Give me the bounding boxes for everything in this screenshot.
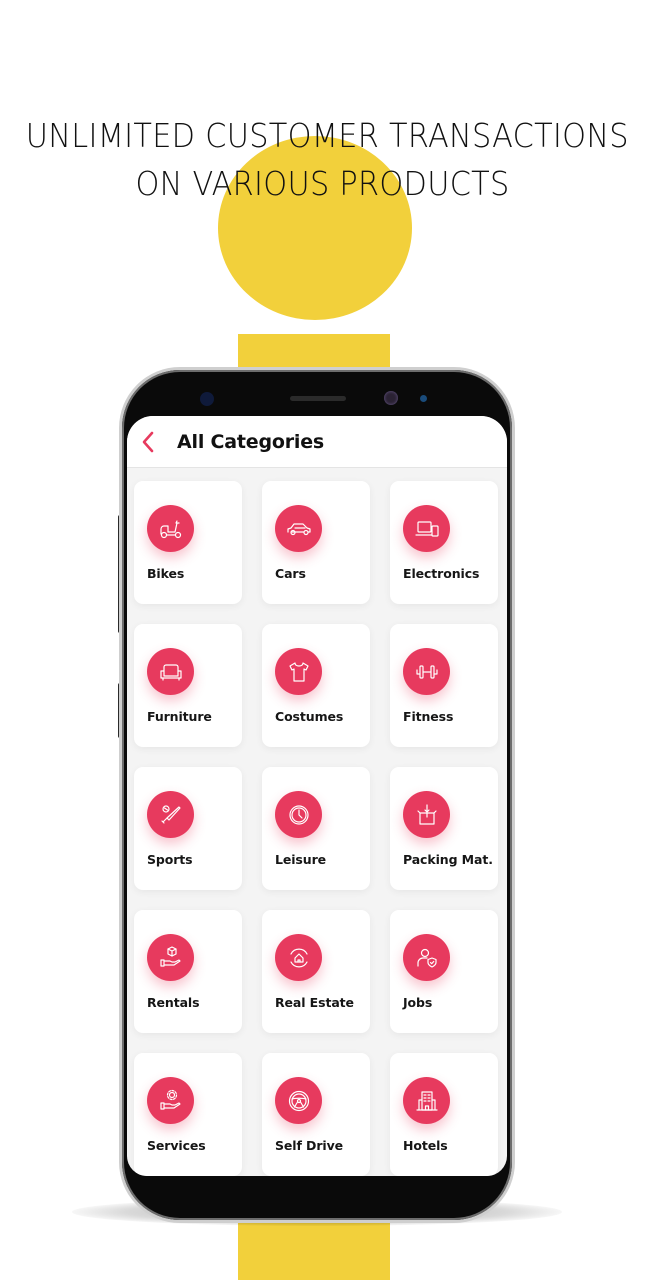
hand-gear-icon (147, 1077, 194, 1124)
category-card-fitness[interactable]: Fitness (390, 624, 498, 747)
promo-headline: UNLIMITED CUSTOMER TRANSACTIONS ON VARIO… (25, 112, 629, 208)
category-label: Services (147, 1138, 206, 1153)
category-label: Hotels (403, 1138, 448, 1153)
page-title: All Categories (177, 430, 325, 453)
category-label: Furniture (147, 709, 212, 724)
phone-mockup: All Categories Bikes Cars Electronics Fu… (122, 370, 512, 1220)
category-card-electronics[interactable]: Electronics (390, 481, 498, 604)
category-label: Leisure (275, 852, 327, 867)
category-card-sports[interactable]: Sports (134, 767, 242, 890)
category-card-costumes[interactable]: Costumes (262, 624, 370, 747)
category-label: Cars (275, 566, 306, 581)
hotel-building-icon (403, 1077, 450, 1124)
car-icon (275, 505, 322, 552)
user-shield-icon (403, 934, 450, 981)
phone-front-camera (384, 391, 398, 405)
category-card-furniture[interactable]: Furniture (134, 624, 242, 747)
dumbbell-icon (403, 648, 450, 695)
category-label: Fitness (403, 709, 454, 724)
phone-sensor (200, 392, 214, 406)
hand-box-icon (147, 934, 194, 981)
package-box-icon (403, 791, 450, 838)
category-label: Jobs (403, 995, 433, 1010)
category-label: Real Estate (275, 995, 354, 1010)
category-card-real-estate[interactable]: Real Estate (262, 910, 370, 1033)
category-label: Rentals (147, 995, 200, 1010)
clock-icon (275, 791, 322, 838)
headline-line-2: ON VARIOUS PRODUCTS (135, 164, 510, 203)
scooter-icon (147, 505, 194, 552)
laptop-phone-icon (403, 505, 450, 552)
category-card-packing-mat[interactable]: Packing Mat. (390, 767, 498, 890)
chevron-left-icon[interactable] (141, 431, 159, 453)
category-card-cars[interactable]: Cars (262, 481, 370, 604)
phone-speaker (290, 396, 346, 401)
category-card-bikes[interactable]: Bikes (134, 481, 242, 604)
category-card-hotels[interactable]: Hotels (390, 1053, 498, 1176)
category-card-jobs[interactable]: Jobs (390, 910, 498, 1033)
category-card-services[interactable]: Services (134, 1053, 242, 1176)
sofa-icon (147, 648, 194, 695)
baseball-bat-icon (147, 791, 194, 838)
category-card-leisure[interactable]: Leisure (262, 767, 370, 890)
app-header: All Categories (127, 416, 507, 468)
tshirt-icon (275, 648, 322, 695)
phone-iris-sensor (420, 395, 427, 402)
category-card-self-drive[interactable]: Self Drive (262, 1053, 370, 1176)
category-card-rentals[interactable]: Rentals (134, 910, 242, 1033)
steering-wheel-icon (275, 1077, 322, 1124)
category-label: Packing Mat. (403, 852, 493, 867)
headline-line-1: UNLIMITED CUSTOMER TRANSACTIONS (25, 116, 629, 155)
category-grid: Bikes Cars Electronics Furniture Costume… (127, 468, 507, 1176)
category-label: Costumes (275, 709, 344, 724)
house-cycle-icon (275, 934, 322, 981)
category-label: Self Drive (275, 1138, 344, 1153)
app-screen: All Categories Bikes Cars Electronics Fu… (127, 416, 507, 1176)
category-label: Sports (147, 852, 193, 867)
category-label: Electronics (403, 566, 480, 581)
category-label: Bikes (147, 566, 185, 581)
